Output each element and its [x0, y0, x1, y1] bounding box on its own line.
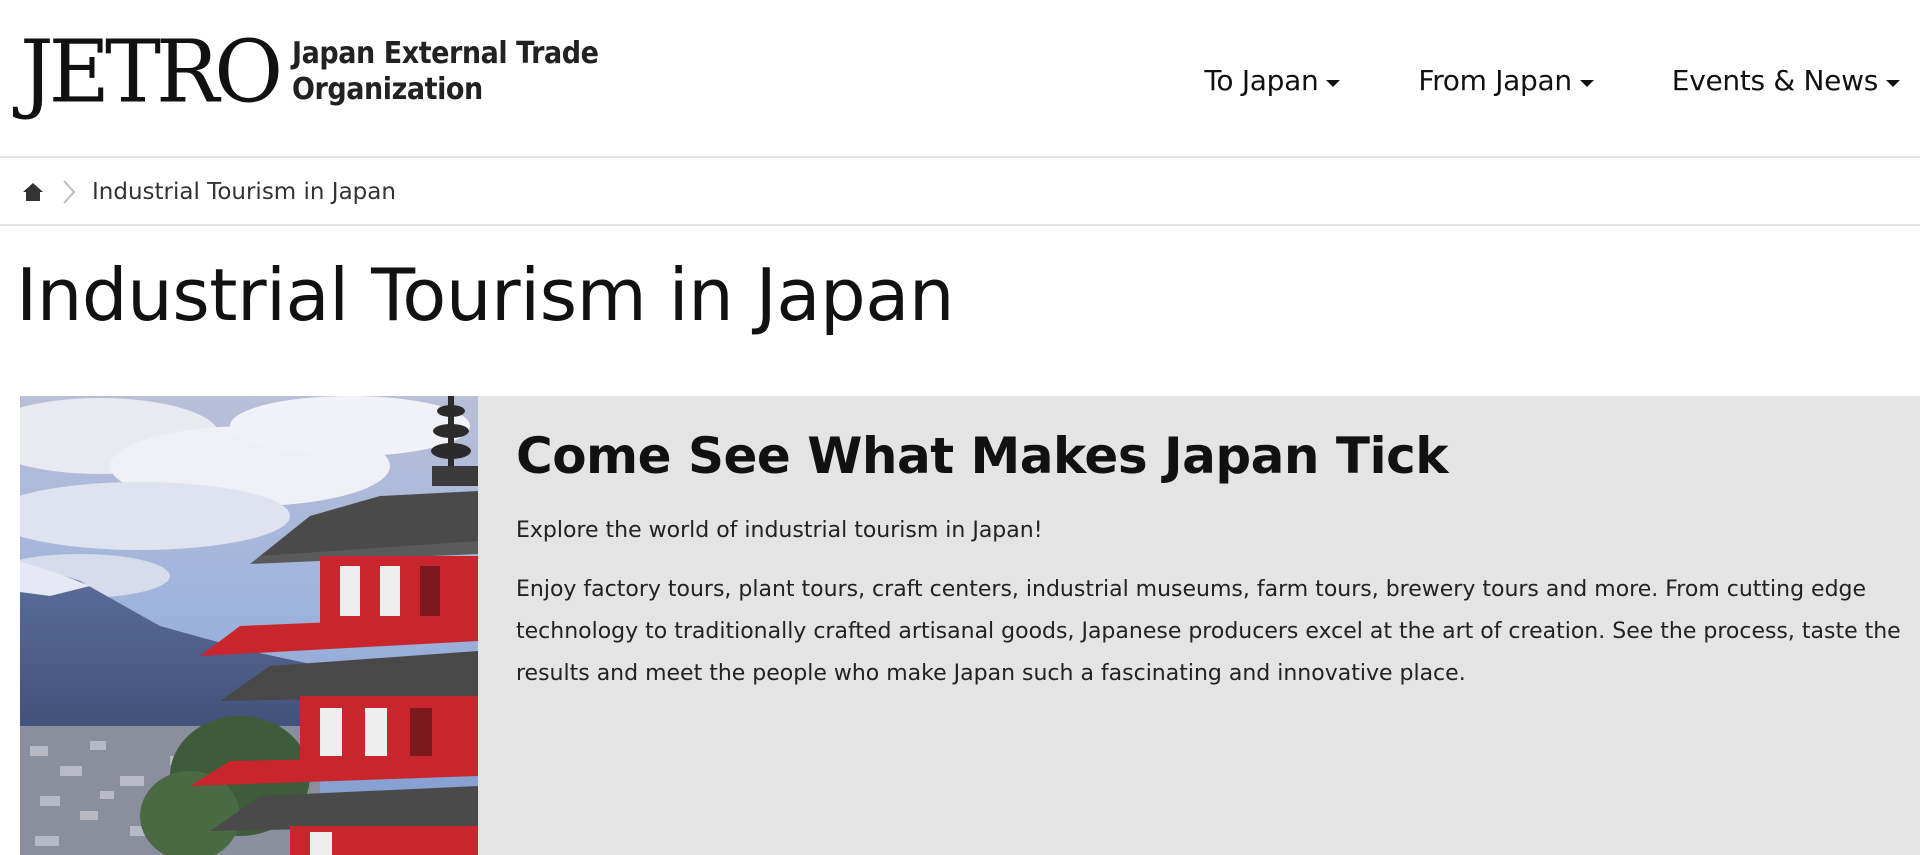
caret-down-icon [1579, 80, 1594, 87]
nav-label: Events & News [1671, 64, 1879, 97]
nav-label: To Japan [1204, 64, 1319, 97]
feature-panel: Come See What Makes Japan Tick Explore t… [20, 396, 1920, 855]
breadcrumb-current: Industrial Tourism in Japan [92, 179, 396, 205]
page-title: Industrial Tourism in Japan [16, 253, 954, 337]
feature-body: Come See What Makes Japan Tick Explore t… [516, 426, 1906, 695]
caret-down-icon [1326, 80, 1341, 87]
home-icon[interactable] [22, 182, 44, 202]
caret-down-icon [1886, 80, 1900, 87]
nav-from-japan[interactable]: From Japan [1418, 64, 1594, 97]
breadcrumb: Industrial Tourism in Japan [0, 160, 1920, 226]
logo-text: Japan External Trade Organization [292, 36, 599, 108]
nav-events-news[interactable]: Events & News [1672, 64, 1900, 97]
logo-mark: JETRO [20, 22, 283, 122]
feature-description: Enjoy factory tours, plant tours, craft … [516, 576, 1901, 686]
jetro-logo[interactable]: JETRO Japan External Trade Organization [20, 22, 633, 122]
feature-heading: Come See What Makes Japan Tick [516, 427, 1449, 485]
logo-text-line1: Japan External Trade [292, 36, 599, 71]
site-header: JETRO Japan External Trade Organization … [0, 0, 1920, 158]
feature-image [20, 396, 478, 855]
chevron-right-icon [62, 179, 76, 205]
main-nav: To Japan From Japan Events & News [1204, 64, 1900, 97]
feature-intro: Explore the world of industrial tourism … [516, 518, 1043, 543]
nav-to-japan[interactable]: To Japan [1204, 64, 1341, 97]
nav-label: From Japan [1418, 64, 1572, 97]
logo-text-line2: Organization [292, 72, 483, 107]
